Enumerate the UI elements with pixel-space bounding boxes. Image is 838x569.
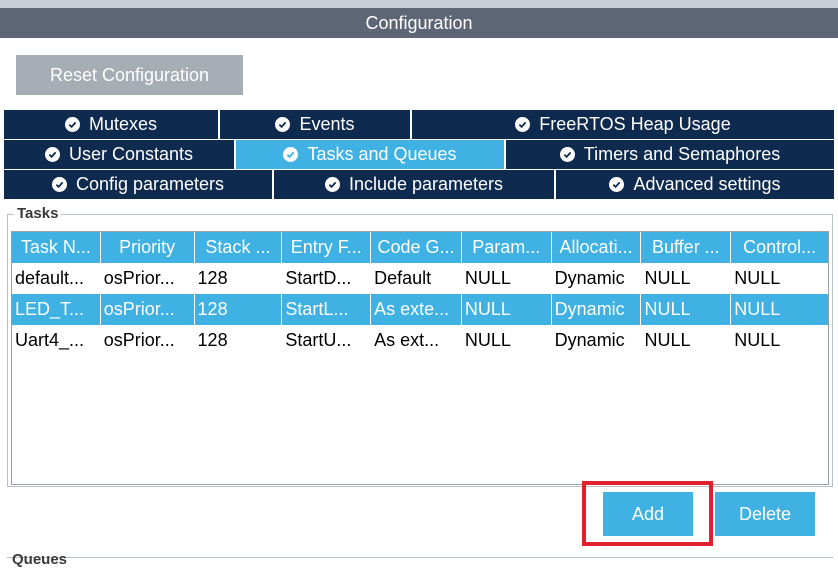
tab-include-parameters[interactable]: Include parameters bbox=[274, 170, 556, 199]
table-cell: NULL bbox=[734, 330, 781, 350]
table-cell: NULL bbox=[641, 263, 732, 294]
table-cell: NULL bbox=[731, 294, 828, 325]
tab-label: Mutexes bbox=[88, 114, 158, 134]
delete-task-button[interactable]: Delete bbox=[715, 492, 815, 536]
tasks-table: Task N... Priority Stack ... Entry F... … bbox=[11, 231, 829, 485]
window-title: Configuration bbox=[365, 12, 473, 33]
column-header[interactable]: Control... bbox=[731, 232, 828, 263]
tab-timers-and-semaphores[interactable]: Timers and Semaphores bbox=[506, 140, 834, 169]
check-icon bbox=[283, 147, 299, 162]
window-top-strip bbox=[0, 0, 838, 8]
tasks-table-header: Task N... Priority Stack ... Entry F... … bbox=[12, 232, 828, 263]
tab-label: FreeRTOS Heap Usage bbox=[539, 114, 731, 134]
tab-label: Events bbox=[299, 114, 355, 134]
tab-label: User Constants bbox=[68, 144, 194, 164]
tasks-group-label: Tasks bbox=[14, 205, 62, 223]
table-cell: StartD... bbox=[282, 263, 372, 294]
table-cell: Dynamic bbox=[552, 263, 642, 294]
table-cell: As exte... bbox=[371, 294, 462, 325]
queues-group-border bbox=[7, 557, 833, 558]
table-cell: NULL bbox=[641, 294, 732, 325]
tab-label: Tasks and Queues bbox=[307, 144, 457, 164]
tab-freertos-heap-usage[interactable]: FreeRTOS Heap Usage bbox=[412, 110, 834, 139]
tab-row-2: User Constants Tasks and Queues Timers a… bbox=[4, 140, 834, 169]
check-icon bbox=[515, 117, 531, 132]
table-row[interactable]: Uart4_... osPrior... 128 StartU... As ex… bbox=[12, 325, 828, 356]
table-cell: osPrior... bbox=[100, 294, 195, 325]
table-cell: 128 bbox=[195, 325, 283, 356]
table-cell: NULL bbox=[461, 294, 552, 325]
tab-label: Include parameters bbox=[348, 174, 504, 194]
tab-label: Timers and Semaphores bbox=[583, 144, 781, 164]
column-header[interactable]: Task N... bbox=[12, 232, 101, 263]
check-icon bbox=[559, 147, 575, 162]
table-cell: NULL bbox=[641, 325, 732, 356]
tab-events[interactable]: Events bbox=[220, 110, 412, 139]
column-header[interactable]: Priority bbox=[100, 232, 195, 263]
check-icon bbox=[324, 177, 340, 192]
table-cell: Dynamic bbox=[551, 294, 642, 325]
table-cell: NULL bbox=[462, 263, 552, 294]
check-icon bbox=[609, 177, 625, 192]
check-icon bbox=[64, 117, 80, 132]
tab-row-3: Config parameters Include parameters Adv… bbox=[4, 170, 834, 199]
table-cell: osPrior... bbox=[101, 263, 195, 294]
check-icon bbox=[275, 117, 291, 132]
table-cell: StartU... bbox=[282, 325, 372, 356]
tab-row-1: Mutexes Events FreeRTOS Heap Usage bbox=[4, 110, 834, 139]
check-icon bbox=[51, 177, 67, 192]
column-header[interactable]: Buffer ... bbox=[641, 232, 732, 263]
tasks-group: Tasks Task N... Priority Stack ... Entry… bbox=[7, 205, 833, 487]
table-row[interactable]: default... osPrior... 128 StartD... Defa… bbox=[12, 263, 828, 294]
tab-user-constants[interactable]: User Constants bbox=[4, 140, 236, 169]
table-cell: osPrior... bbox=[101, 325, 195, 356]
reset-configuration-button[interactable]: Reset Configuration bbox=[16, 55, 243, 95]
table-cell: Default bbox=[371, 263, 462, 294]
check-icon bbox=[44, 147, 60, 162]
add-task-button[interactable]: Add bbox=[603, 492, 693, 536]
tab-label: Config parameters bbox=[75, 174, 225, 194]
table-row-selected[interactable]: LED_T... osPrior... 128 StartL... As ext… bbox=[12, 294, 828, 325]
column-header[interactable]: Stack ... bbox=[194, 232, 283, 263]
table-cell: Uart4_... bbox=[12, 325, 101, 356]
table-cell: 128 bbox=[195, 263, 283, 294]
table-cell: 128 bbox=[194, 294, 283, 325]
tab-tasks-and-queues[interactable]: Tasks and Queues bbox=[236, 140, 506, 169]
tab-label: Advanced settings bbox=[633, 174, 781, 194]
column-header[interactable]: Code G... bbox=[371, 232, 462, 263]
tab-advanced-settings[interactable]: Advanced settings bbox=[556, 170, 834, 199]
column-header[interactable]: Entry F... bbox=[282, 232, 372, 263]
column-header[interactable]: Param... bbox=[461, 232, 552, 263]
table-cell: NULL bbox=[462, 325, 552, 356]
table-cell: NULL bbox=[734, 268, 781, 288]
table-cell: default... bbox=[12, 263, 101, 294]
configuration-title-bar: Configuration bbox=[0, 8, 838, 38]
tab-config-parameters[interactable]: Config parameters bbox=[4, 170, 274, 199]
table-cell: StartL... bbox=[282, 294, 372, 325]
table-cell: As ext... bbox=[371, 325, 462, 356]
column-header[interactable]: Allocati... bbox=[551, 232, 642, 263]
table-cell: Dynamic bbox=[552, 325, 642, 356]
table-cell: LED_T... bbox=[12, 294, 101, 325]
tab-mutexes[interactable]: Mutexes bbox=[4, 110, 220, 139]
queues-group-label: Queues bbox=[12, 551, 68, 568]
